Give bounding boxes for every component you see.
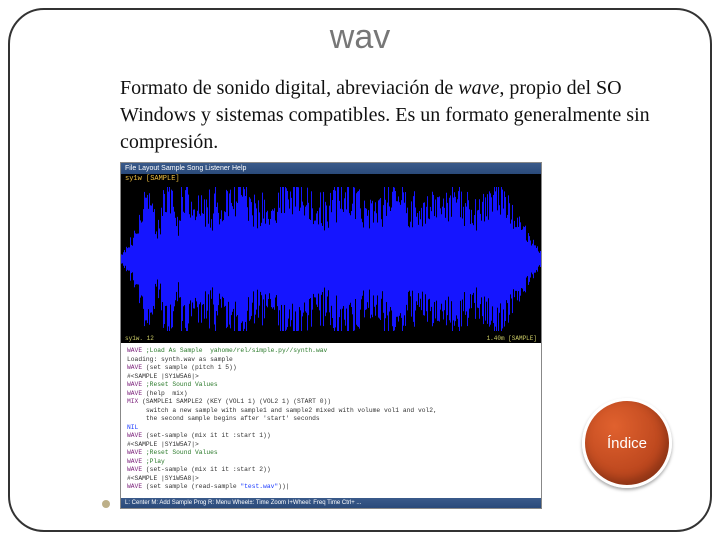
waveform-icon — [121, 184, 541, 334]
screenshot-statusbar: sy1w. 12 1.40m [SAMPLE] — [121, 334, 541, 343]
screenshot-titlebar: File Layout Sample Song Listener Help — [121, 163, 541, 174]
slide-frame: wav Formato de sonido digital, abreviaci… — [8, 8, 712, 532]
index-button[interactable]: Índice — [582, 398, 672, 488]
bullet-icon — [102, 500, 110, 508]
screenshot-toplabel: sy1w [SAMPLE] — [121, 174, 541, 184]
body-prefix: Formato de sonido digital, abreviación d… — [120, 77, 458, 99]
screenshot-bottombar: L: Center M: Add Sample Prog R: Menu Whe… — [121, 498, 541, 508]
body-italic: wave — [458, 77, 499, 99]
status-right: 1.40m [SAMPLE] — [487, 335, 537, 342]
status-left: sy1w. 12 — [125, 335, 154, 342]
embedded-screenshot: File Layout Sample Song Listener Help sy… — [120, 162, 542, 509]
page-title: wav — [10, 18, 710, 57]
body-paragraph: Formato de sonido digital, abreviación d… — [120, 75, 660, 156]
screenshot-console: WAVE ;Load As Sample yahome/rel/simple.p… — [121, 343, 541, 498]
waveform-area — [121, 184, 541, 334]
index-button-label: Índice — [607, 435, 647, 452]
